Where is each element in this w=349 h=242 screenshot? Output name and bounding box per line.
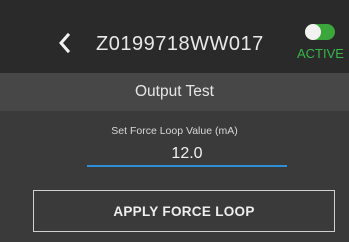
app-header: Z0199718WW017 ACTIVE (0, 0, 349, 84)
toggle-knob (305, 24, 321, 40)
force-loop-label: Set Force Loop Value (mA) (111, 125, 238, 137)
chevron-left-icon[interactable] (56, 32, 74, 54)
status-label: ACTIVE (297, 46, 344, 61)
section-title: Output Test (0, 73, 349, 111)
force-loop-input[interactable] (87, 143, 287, 167)
device-id-title: Z0199718WW017 (96, 33, 264, 55)
apply-force-loop-button[interactable]: APPLY FORCE LOOP (33, 190, 335, 232)
force-loop-field-wrap (87, 143, 287, 169)
active-toggle[interactable] (305, 24, 335, 40)
